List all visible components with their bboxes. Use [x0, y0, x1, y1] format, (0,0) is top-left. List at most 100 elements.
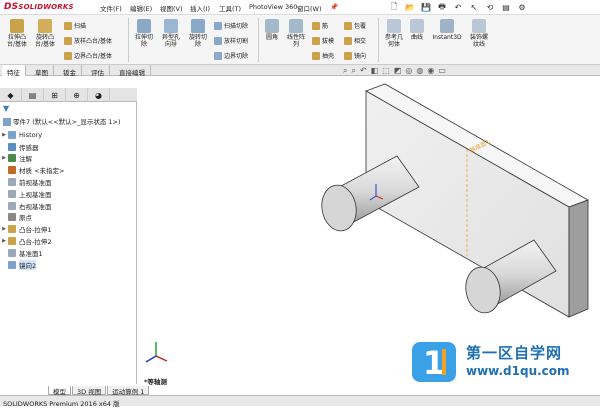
revolve-cut-button[interactable]: 旋转切 除: [185, 19, 211, 48]
expand-arrow-icon[interactable]: ▶: [0, 155, 8, 161]
tab-features[interactable]: 特征: [2, 65, 26, 77]
configuration-tab-icon[interactable]: ⊞: [44, 88, 66, 102]
mirror-button[interactable]: 镜向: [344, 51, 366, 60]
reference-geometry-button[interactable]: 参考几 何体: [382, 19, 406, 48]
sweep-icon: [64, 21, 72, 30]
previous-view-icon[interactable]: ↶: [360, 66, 367, 76]
feature-icon: [8, 201, 16, 210]
wrap-icon: [344, 21, 352, 30]
property-manager-tab-icon[interactable]: ▤: [22, 88, 44, 102]
scene-icon[interactable]: ◉: [427, 66, 434, 76]
hole-wizard-button[interactable]: 异型孔 向导: [158, 19, 184, 48]
tree-item[interactable]: 材质 <未指定>: [0, 164, 137, 176]
display-pane-icon[interactable]: ▭: [438, 66, 446, 76]
extrude-boss-icon: [10, 19, 24, 33]
tree-item[interactable]: 上视基准面: [0, 188, 137, 200]
tree-item[interactable]: 前视基准面: [0, 176, 137, 188]
revolve-boss-button[interactable]: 旋转凸 台/基体: [32, 19, 58, 48]
tab-3d-views[interactable]: 3D 视图: [72, 386, 107, 396]
menu-photoview[interactable]: PhotoView 360: [249, 3, 297, 11]
new-icon[interactable]: 🗋: [387, 2, 401, 13]
loft-boss-button[interactable]: 放样凸台/基体: [64, 36, 112, 45]
revolve-boss-icon: [38, 19, 52, 33]
options-icon[interactable]: ⚙: [515, 2, 529, 13]
dimxpert-tab-icon[interactable]: ⊕: [66, 88, 88, 102]
hide-show-icon[interactable]: ◎: [405, 66, 412, 76]
tree-item-label: 注解: [19, 155, 32, 164]
rebuild-icon[interactable]: ⟲: [483, 2, 497, 13]
pin-icon[interactable]: 📌: [330, 3, 338, 11]
tab-sheet-metal[interactable]: 钣金: [58, 65, 82, 77]
save-icon[interactable]: 💾: [419, 2, 433, 13]
loft-cut-button[interactable]: 放样切割: [214, 36, 248, 45]
tree-item-label: 镜向2: [19, 259, 37, 270]
tab-motion-study[interactable]: 运动算例 1: [107, 386, 150, 396]
cosmetic-thread-button[interactable]: 装饰螺 纹线: [466, 19, 492, 48]
select-icon[interactable]: ↖: [467, 2, 481, 13]
sweep-button[interactable]: 扫描: [64, 21, 86, 30]
tree-item[interactable]: 右视基准面: [0, 200, 137, 212]
tree-item[interactable]: 镜向2: [0, 259, 137, 271]
filter-icon[interactable]: ▼: [3, 104, 9, 113]
tree-item[interactable]: ▶ 注解: [0, 153, 137, 165]
menu-insert[interactable]: 插入(I): [190, 3, 210, 13]
tree-item[interactable]: 传感器: [0, 141, 137, 153]
expand-arrow-icon[interactable]: ▶: [0, 238, 8, 244]
section-view-icon[interactable]: ◧: [371, 66, 379, 76]
file-props-icon[interactable]: ▤: [499, 2, 513, 13]
instant3d-button[interactable]: Instant3D: [430, 19, 464, 41]
view-orientation-icon[interactable]: ⬚: [382, 66, 390, 76]
watermark-logo-icon: 1: [412, 342, 456, 382]
edit-appearance-icon[interactable]: ◍: [416, 66, 423, 76]
feature-manager-tab-icon[interactable]: ◆: [0, 88, 22, 102]
menu-tools[interactable]: 工具(T): [219, 3, 241, 13]
tree-root-part[interactable]: 零件7 (默认<<默认>_显示状态 1>): [3, 116, 121, 126]
rib-button[interactable]: 筋: [312, 21, 328, 30]
menu-view[interactable]: 视图(V): [160, 3, 183, 13]
intersect-button[interactable]: 相交: [344, 36, 366, 45]
watermark: 1 第一区自学网 www.d1qu.com: [408, 338, 598, 386]
zoom-area-icon[interactable]: ⌕: [351, 66, 355, 76]
expand-arrow-icon[interactable]: ▶: [0, 132, 8, 138]
tab-evaluate[interactable]: 评估: [86, 65, 110, 77]
undo-icon[interactable]: ↶: [451, 2, 465, 13]
menu-window[interactable]: 窗口(W): [297, 3, 322, 13]
extrude-boss-button[interactable]: 拉伸凸 台/基体: [4, 19, 30, 48]
tree-item-label: 原点: [19, 214, 32, 223]
boundary-cut-button[interactable]: 边界切除: [214, 51, 248, 60]
status-bar: SOLIDWORKS Premium 2016 x64 版: [0, 395, 600, 408]
print-icon[interactable]: 🖶: [435, 2, 449, 13]
wrap-button[interactable]: 包覆: [344, 21, 366, 30]
tree-item[interactable]: 原点: [0, 212, 137, 224]
linear-pattern-button[interactable]: 线性阵 列: [284, 19, 308, 48]
boundary-boss-button[interactable]: 边界凸台/基体: [64, 51, 112, 60]
curves-button[interactable]: 曲线: [407, 19, 427, 41]
draft-button[interactable]: 拔模: [312, 36, 334, 45]
tree-item-label: 材质 <未指定>: [19, 167, 65, 176]
tab-direct-edit[interactable]: 直接编辑: [114, 65, 151, 77]
display-manager-tab-icon[interactable]: ◕: [88, 88, 110, 102]
display-style-icon[interactable]: ◩: [394, 66, 402, 76]
zoom-fit-icon[interactable]: ⌕: [343, 66, 347, 76]
open-icon[interactable]: 📂: [403, 2, 417, 13]
tree-item[interactable]: ▶ 凸台-拉伸2: [0, 235, 137, 247]
tree-item[interactable]: 基准面1: [0, 247, 137, 259]
tab-model[interactable]: 模型: [48, 386, 71, 396]
tab-sketch[interactable]: 草图: [30, 65, 54, 77]
command-manager-ribbon: 拉伸凸 台/基体 旋转凸 台/基体 扫描 放样凸台/基体 边界凸台/基体 拉伸切…: [0, 15, 600, 65]
feature-icon: [8, 225, 16, 234]
shell-button[interactable]: 抽壳: [312, 51, 334, 60]
tree-item[interactable]: ▶ History: [0, 129, 137, 141]
extrude-cut-button[interactable]: 拉伸切 除: [131, 19, 157, 48]
menu-file[interactable]: 文件(F): [100, 3, 122, 13]
sweep-cut-button[interactable]: 扫描切除: [214, 21, 248, 30]
fillet-button[interactable]: 圆角: [262, 19, 282, 41]
revolve-cut-icon: [191, 19, 205, 33]
plate-side-face[interactable]: [568, 199, 589, 318]
feature-icon: [8, 260, 16, 269]
tree-item[interactable]: ▶ 凸台-拉伸1: [0, 223, 137, 235]
menu-edit[interactable]: 编辑(E): [130, 3, 152, 13]
extrude-cut-icon: [137, 19, 151, 33]
expand-arrow-icon[interactable]: ▶: [0, 226, 8, 232]
quick-access-toolbar: 🗋 📂 💾 🖶 ↶ ↖ ⟲ ▤ ⚙: [387, 1, 529, 14]
